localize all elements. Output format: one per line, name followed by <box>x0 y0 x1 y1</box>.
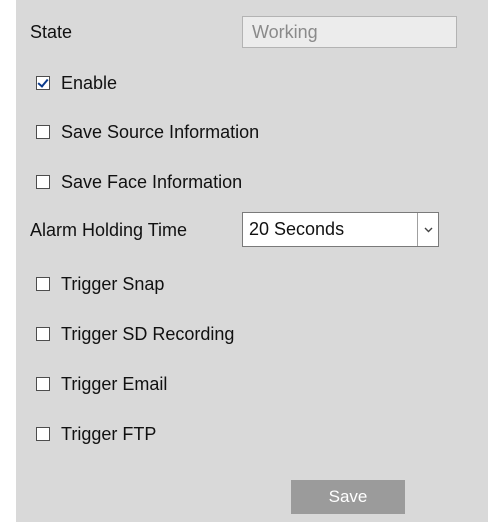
enable-checkbox[interactable] <box>36 76 50 90</box>
alarm-holding-time-value: 20 Seconds <box>249 219 345 239</box>
chevron-down-icon[interactable] <box>417 213 438 246</box>
state-label: State <box>30 22 73 42</box>
trigger-snap-label: Trigger Snap <box>61 274 165 294</box>
trigger-email-row[interactable]: Trigger Email <box>36 373 167 395</box>
trigger-snap-row[interactable]: Trigger Snap <box>36 273 164 295</box>
save-source-information-checkbox[interactable] <box>36 125 50 139</box>
trigger-email-label: Trigger Email <box>61 374 168 394</box>
trigger-snap-checkbox[interactable] <box>36 277 50 291</box>
save-button[interactable]: Save <box>291 480 405 514</box>
state-field: Working <box>242 16 457 48</box>
alarm-holding-time-select[interactable]: 20 Seconds <box>242 212 439 247</box>
save-source-information-row[interactable]: Save Source Information <box>36 121 259 143</box>
trigger-ftp-checkbox[interactable] <box>36 427 50 441</box>
trigger-sd-recording-label: Trigger SD Recording <box>61 324 235 344</box>
save-face-information-checkbox[interactable] <box>36 175 50 189</box>
trigger-ftp-label: Trigger FTP <box>61 424 157 444</box>
alarm-holding-time-label: Alarm Holding Time <box>30 220 188 240</box>
trigger-ftp-row[interactable]: Trigger FTP <box>36 423 156 445</box>
trigger-sd-recording-row[interactable]: Trigger SD Recording <box>36 323 234 345</box>
trigger-email-checkbox[interactable] <box>36 377 50 391</box>
alarm-settings-panel: State Working Enable Save Source Informa… <box>16 0 488 522</box>
enable-checkbox-row[interactable]: Enable <box>36 72 117 94</box>
save-face-information-row[interactable]: Save Face Information <box>36 171 242 193</box>
save-face-information-label: Save Face Information <box>61 172 243 192</box>
enable-label: Enable <box>61 73 118 93</box>
save-source-information-label: Save Source Information <box>61 122 260 142</box>
trigger-sd-recording-checkbox[interactable] <box>36 327 50 341</box>
